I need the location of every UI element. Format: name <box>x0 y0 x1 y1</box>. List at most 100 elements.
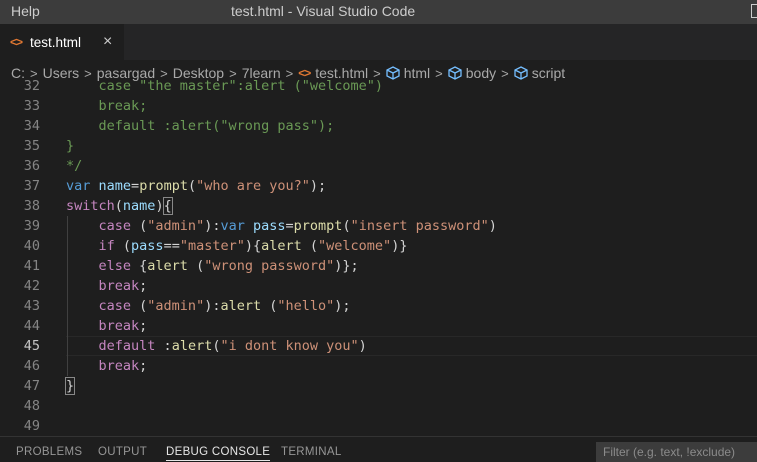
code-token: if <box>98 238 115 254</box>
code-token: ) <box>358 338 367 354</box>
code-token: var <box>66 178 91 194</box>
code-line[interactable]: 46 break; <box>0 356 757 376</box>
code-text: break; <box>66 276 148 296</box>
tab-terminal[interactable]: TERMINAL <box>281 446 342 458</box>
line-number: 39 <box>23 218 40 234</box>
code-token: else <box>98 258 132 274</box>
line-number: 36 <box>23 158 40 174</box>
code-token: ( <box>342 218 351 234</box>
code-text: default :alert("wrong pass"); <box>66 116 335 136</box>
code-token: ; <box>139 318 148 334</box>
code-token: case <box>98 218 132 234</box>
code-token: switch <box>66 198 115 214</box>
tab-output[interactable]: OUTPUT <box>98 446 147 458</box>
code-text: else {alert ("wrong password")}; <box>66 256 359 276</box>
code-text: } <box>64 376 76 396</box>
code-token: ) <box>488 218 497 234</box>
indent-guide <box>67 216 68 376</box>
tab-problems[interactable]: PROBLEMS <box>16 446 82 458</box>
code-token: : <box>155 338 172 354</box>
code-token: "insert password" <box>350 218 489 234</box>
code-token: "wrong password" <box>204 258 335 274</box>
code-token: prompt <box>293 218 343 234</box>
code-line[interactable]: 34 default :alert("wrong pass"); <box>0 116 757 136</box>
code-line[interactable]: 32 case "the master":alert ("welcome") <box>0 76 757 96</box>
code-line[interactable]: 44 break; <box>0 316 757 336</box>
window-title: test.html - Visual Studio Code <box>231 3 416 19</box>
code-editor[interactable]: 32 case "the master":alert ("welcome") 33… <box>0 76 757 436</box>
line-number: 46 <box>23 358 40 374</box>
code-token: "admin" <box>147 218 205 234</box>
code-token: )} <box>391 238 408 254</box>
code-token: "master" <box>179 238 245 254</box>
code-text: case ("admin"):var pass=prompt("insert p… <box>66 216 497 236</box>
code-text: break; <box>66 96 148 116</box>
title-bar: Help test.html - Visual Studio Code <box>0 0 757 24</box>
code-token: alert <box>220 298 262 314</box>
code-line[interactable]: 39 case ("admin"):var pass=prompt("inser… <box>0 216 757 236</box>
code-token: == <box>163 238 180 254</box>
line-number: 33 <box>23 98 40 114</box>
code-token: ); <box>334 298 351 314</box>
line-number: 43 <box>23 298 40 314</box>
code-token: = <box>285 218 294 234</box>
code-token: ( <box>114 238 132 254</box>
code-token: = <box>131 178 140 194</box>
menu-help[interactable]: Help <box>11 3 40 19</box>
code-line[interactable]: 40 if (pass=="master"){alert ("welcome")… <box>0 236 757 256</box>
code-token: ); <box>309 178 327 194</box>
code-text: default :alert("i dont know you") <box>66 336 367 356</box>
panel-tab-bar: PROBLEMS OUTPUT DEBUG CONSOLE TERMINAL F… <box>0 436 757 462</box>
code-token: break <box>98 278 140 294</box>
code-line[interactable]: 48 <box>0 396 757 416</box>
restore-window-icon[interactable] <box>751 4 757 18</box>
code-token: ( <box>301 238 319 254</box>
code-token: "who are you?" <box>196 178 310 194</box>
code-token: ){ <box>244 238 262 254</box>
code-token: ( <box>131 298 148 314</box>
line-number: 44 <box>23 318 40 334</box>
code-line[interactable]: 37 var name=prompt("who are you?"); <box>0 176 757 196</box>
code-token: { <box>131 258 148 274</box>
code-line[interactable]: 49 <box>0 416 757 436</box>
code-text: } <box>66 136 74 156</box>
code-token: alert <box>261 238 302 254</box>
line-number: 37 <box>23 178 40 194</box>
code-token: ): <box>204 298 221 314</box>
code-token: case <box>98 298 132 314</box>
line-number: 34 <box>23 118 40 134</box>
code-token: ; <box>139 278 148 294</box>
code-token: "admin" <box>147 298 205 314</box>
code-line[interactable]: 36 */ <box>0 156 757 176</box>
code-line[interactable]: 42 break; <box>0 276 757 296</box>
code-token: )}; <box>334 258 359 274</box>
tab-test-html[interactable]: <> test.html × <box>0 24 124 60</box>
code-token: ( <box>187 258 205 274</box>
code-line[interactable]: 35} <box>0 136 757 156</box>
code-line[interactable]: 43 case ("admin"):alert ("hello"); <box>0 296 757 316</box>
line-number: 47 <box>23 378 40 394</box>
code-line[interactable]: 45 default :alert("i dont know you") <box>0 336 757 356</box>
line-number: 38 <box>23 198 40 214</box>
code-line[interactable]: 47} <box>0 376 757 396</box>
line-number: 41 <box>23 258 40 274</box>
code-token: default <box>98 338 156 354</box>
filter-input[interactable]: Filter (e.g. text, !exclude) <box>596 442 757 462</box>
tab-debug-console[interactable]: DEBUG CONSOLE <box>166 446 271 461</box>
code-line[interactable]: 41 else {alert ("wrong password")}; <box>0 256 757 276</box>
code-token: "i dont know you" <box>220 338 359 354</box>
code-text: break; <box>66 316 148 336</box>
code-token: break <box>98 318 140 334</box>
close-tab-icon[interactable]: × <box>103 34 112 50</box>
html-file-icon: <> <box>10 35 23 49</box>
code-line[interactable]: 38 switch(name){ <box>0 196 757 216</box>
code-line[interactable]: 33 break; <box>0 96 757 116</box>
code-token: var <box>220 218 245 234</box>
